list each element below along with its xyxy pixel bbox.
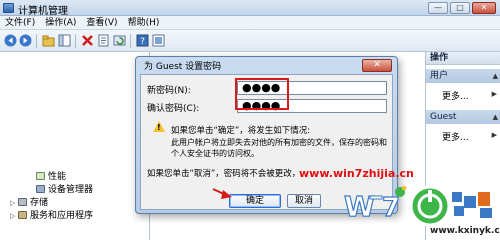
watermark-logo: W 7 <box>343 185 492 227</box>
window-title: 计算机管理 <box>18 6 68 17</box>
ok-button[interactable]: 确定 <box>229 194 281 208</box>
highlight-box <box>235 78 289 110</box>
tree-item-storage[interactable]: ▷ 存储 <box>10 195 48 208</box>
new-password-label: 新密码(N): <box>147 86 191 96</box>
maximize-button[interactable]: □ <box>450 2 470 14</box>
details-icon[interactable] <box>152 34 165 47</box>
actions-section-guest[interactable]: Guest ▲ <box>426 110 500 124</box>
warning-line-1: 此用户帐户将立即失去对他的所有加密的文件，保存的密码和 <box>171 138 387 147</box>
window-controls: — □ ✕ <box>428 2 496 14</box>
tree-item-label: 存储 <box>30 198 49 208</box>
menu-view[interactable]: 查看(V) <box>86 16 117 29</box>
services-icon <box>18 211 27 219</box>
warning-heading: 如果您单击“确定”，将发生如下情况: <box>171 126 311 136</box>
dialog-close-button[interactable]: ✕ <box>362 59 392 72</box>
actions-section-users[interactable]: 用户 ▲ <box>426 69 500 83</box>
submenu-arrow-icon: ▶ <box>491 90 497 98</box>
actions-header: 操作 <box>426 52 500 65</box>
more-actions-users[interactable]: 更多... <box>442 89 469 102</box>
close-button[interactable]: ✕ <box>472 2 496 14</box>
tree-item-label: 服务和应用程序 <box>30 211 94 221</box>
up-folder-icon[interactable] <box>42 34 55 47</box>
tree-item-performance[interactable]: 性能 <box>36 169 66 182</box>
svg-text:?: ? <box>140 37 145 47</box>
watermark-url: www.win7zhijia.cn <box>299 167 414 180</box>
toolbar: ? <box>0 30 500 52</box>
toolbar-separator <box>75 34 76 48</box>
delete-icon[interactable] <box>81 34 94 47</box>
window-titlebar: 计算机管理 — □ ✕ <box>0 0 500 17</box>
dialog-title: 为 Guest 设置密码 <box>144 62 222 72</box>
warning-icon-mark: ! <box>157 123 161 132</box>
menubar: 文件(F) 操作(A) 查看(V) 帮助(H) <box>0 16 500 30</box>
confirm-password-label: 确认密码(C): <box>147 104 200 114</box>
actions-section-title: 用户 <box>430 71 449 81</box>
expand-icon[interactable]: ▷ <box>10 212 18 220</box>
menu-file[interactable]: 文件(F) <box>5 16 35 29</box>
actions-section-title: Guest <box>430 112 457 122</box>
svg-text:7: 7 <box>382 193 400 223</box>
help-icon[interactable]: ? <box>136 34 149 47</box>
warning-line-2: 个人安全证书的访问权。 <box>171 149 259 158</box>
more-actions-guest[interactable]: 更多... <box>442 130 469 143</box>
toolbar-separator <box>36 34 37 48</box>
tree-item-device-manager[interactable]: 设备管理器 <box>36 182 93 195</box>
collapse-up-icon[interactable]: ▲ <box>493 69 498 83</box>
annotation-arrow-icon <box>212 188 232 199</box>
menu-help[interactable]: 帮助(H) <box>128 16 160 29</box>
watermark-site-url: www.kxinyk.com <box>430 226 500 236</box>
device-manager-icon <box>36 185 45 193</box>
toolbar-separator <box>130 34 131 48</box>
tree-item-label: 性能 <box>48 172 67 182</box>
cancel-button[interactable]: 取消 <box>287 194 321 208</box>
collapse-up-icon[interactable]: ▲ <box>493 110 498 124</box>
cancel-note: 如果您单击“取消”，密码将不会被更改， <box>147 169 301 179</box>
expand-icon[interactable]: ▷ <box>10 199 18 207</box>
computer-management-icon <box>3 3 14 13</box>
storage-icon <box>18 198 27 206</box>
submenu-arrow-icon: ▶ <box>491 131 497 139</box>
minimize-button[interactable]: — <box>428 2 448 14</box>
forward-icon[interactable] <box>19 34 32 47</box>
svg-text:W: W <box>344 190 375 223</box>
console-tree: 性能 设备管理器 ▷ 存储 ▷ 服务和应用程序 <box>0 52 150 240</box>
menu-action[interactable]: 操作(A) <box>45 16 76 29</box>
tree-item-label: 设备管理器 <box>48 185 94 195</box>
back-icon[interactable] <box>4 34 17 47</box>
tree-item-services[interactable]: ▷ 服务和应用程序 <box>10 208 93 221</box>
properties-icon[interactable] <box>97 34 110 47</box>
refresh-icon[interactable] <box>113 34 126 47</box>
show-hide-tree-icon[interactable] <box>58 34 71 47</box>
performance-icon <box>36 172 45 180</box>
